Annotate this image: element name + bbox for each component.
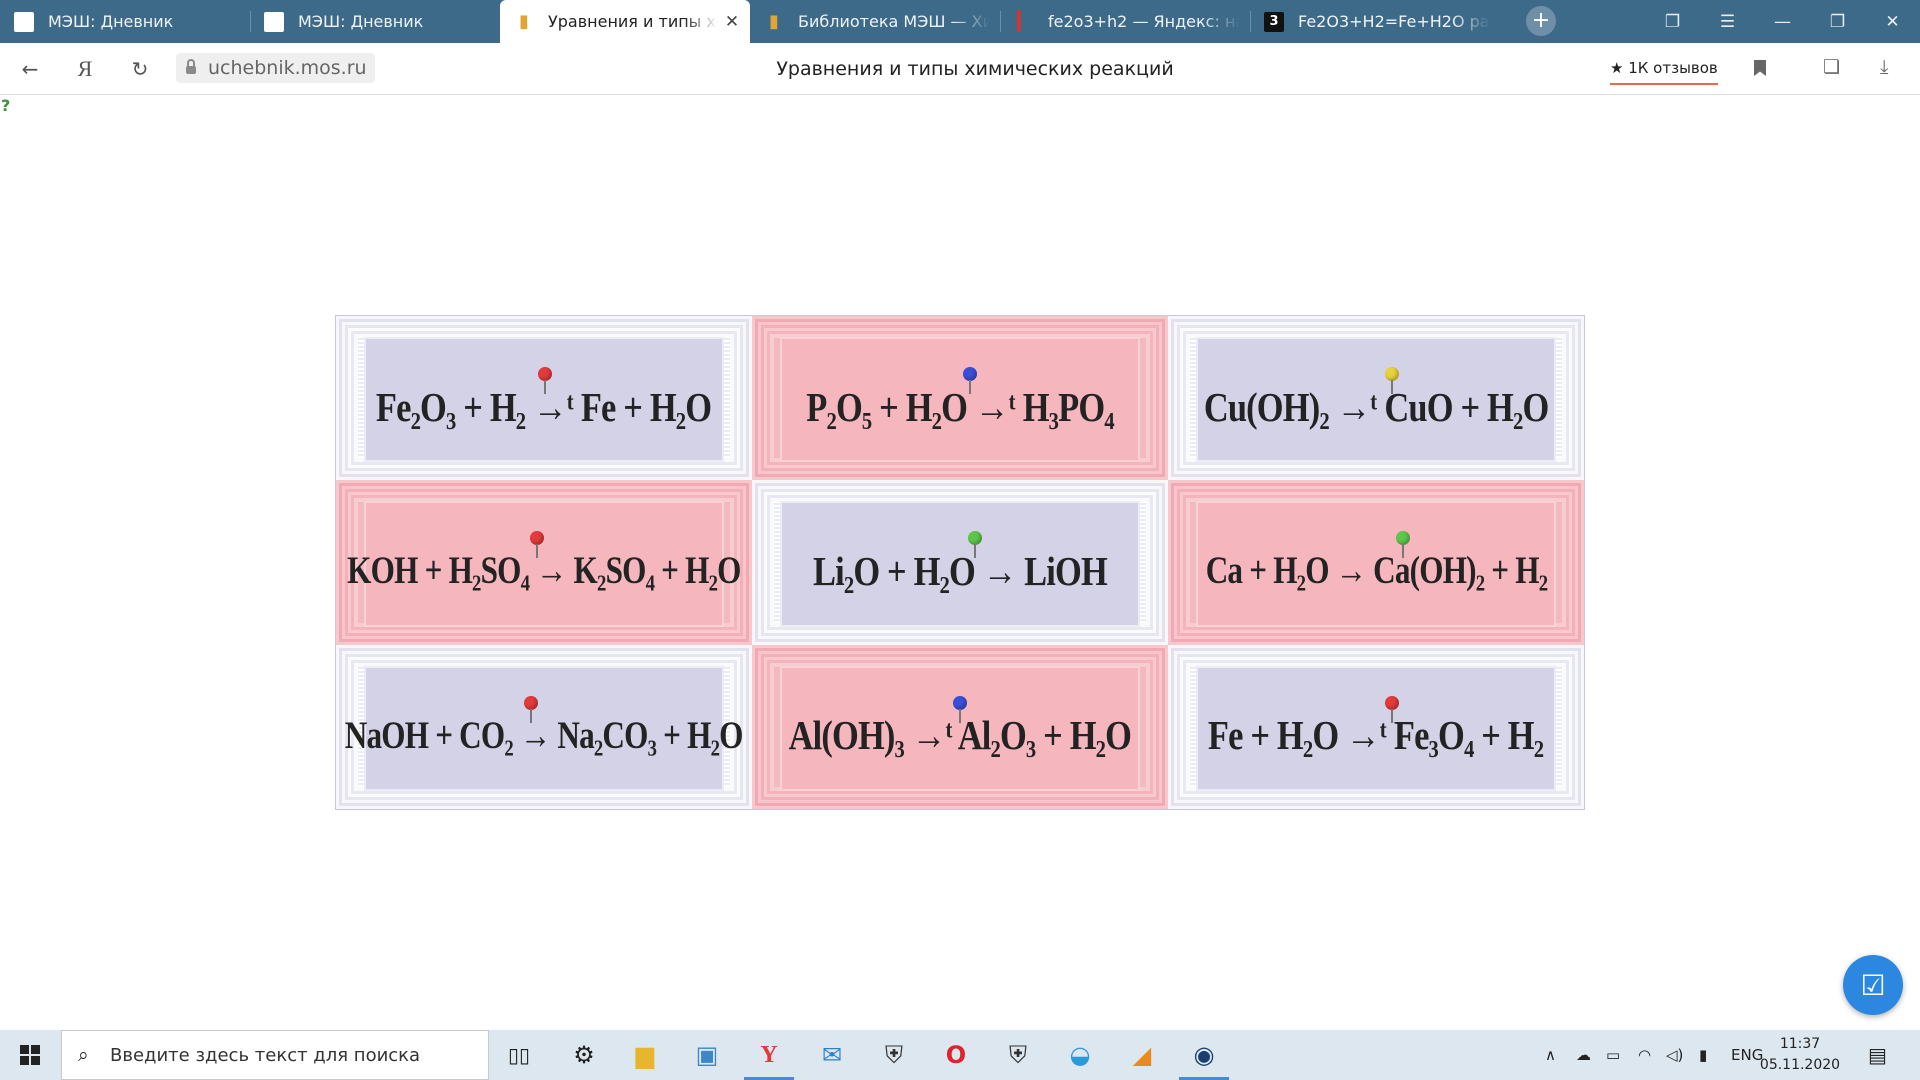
equation-text: NaOH + CO₂ → Na₂CO₃ + H₂O: [345, 713, 744, 757]
equation-card: KOH + H₂SO₄ → K₂SO₄ + H₂O: [347, 503, 742, 625]
tab-mesh-diary-1[interactable]: МЭШ: Дневник: [0, 0, 250, 43]
equation-card: Al(OH)₃ →ᵗ Al₂O₃ + H₂O: [782, 667, 1138, 789]
equation-card: NaOH + CO₂ → Na₂CO₃ + H₂O: [345, 667, 744, 789]
control-panel-icon[interactable]: ▣: [678, 1030, 736, 1080]
restore-icon[interactable]: ❐: [1810, 0, 1865, 43]
wifi-icon[interactable]: ◠: [1638, 1030, 1651, 1080]
taskbar-search[interactable]: ⌕ Введите здесь текст для поиска: [61, 1030, 489, 1080]
task-view-icon[interactable]: ▯▯: [490, 1030, 548, 1080]
clock-time: 11:37: [1779, 1036, 1821, 1052]
equation-card: Cu(OH)₂ →ᵗ CuO + H₂O: [1198, 339, 1554, 461]
tab-label: Библиотека МЭШ — Хим: [798, 12, 990, 31]
equation-text: Fe₂O₃ + H₂ →ᵗ Fe + H₂O: [376, 383, 712, 430]
tab-label: Fe2O3+H2=Fe+H2O разб: [1298, 12, 1490, 31]
tab-strip: МЭШ: Дневник МЭШ: Дневник ▮ Уравнения и …: [0, 0, 1920, 43]
yandex-icon: ▎: [1017, 10, 1031, 32]
equation-cell: Li₂O + H₂O → LiOH: [752, 480, 1168, 645]
steam-icon[interactable]: ◉: [1175, 1030, 1233, 1080]
tab-label: Уравнения и типы хими: [548, 12, 718, 31]
download-icon[interactable]: ⤓: [1880, 56, 1888, 78]
windows-taskbar: ⌕ Введите здесь текст для поиска ▯▯ ⚙ ▆ …: [0, 1030, 1920, 1080]
tab-label: МЭШ: Дневник: [298, 12, 424, 31]
tab-mesh-library[interactable]: ▮ Библиотека МЭШ — Хим: [750, 0, 1000, 43]
onedrive-icon[interactable]: ☁: [1576, 1030, 1591, 1080]
close-tab-icon[interactable]: ✕: [724, 12, 740, 32]
equation-cell: Al(OH)₃ →ᵗ Al₂O₃ + H₂O: [752, 644, 1168, 809]
broken-image-icon: ?: [1, 96, 11, 115]
equation-text: Fe + H₂O →ᵗ Fe₃O₄ + H₂: [1208, 712, 1544, 759]
search-placeholder: Введите здесь текст для поиска: [110, 1044, 421, 1066]
mail-icon[interactable]: ✉: [803, 1030, 861, 1080]
equation-cell: Ca + H₂O → Ca(OH)₂ + H₂: [1168, 480, 1584, 645]
equation-text: Ca + H₂O → Ca(OH)₂ + H₂: [1205, 549, 1547, 593]
equation-text: Cu(OH)₂ →ᵗ CuO + H₂O: [1203, 383, 1549, 430]
equation-card: Li₂O + H₂O → LiOH: [782, 503, 1138, 625]
equation-cell: Cu(OH)₂ →ᵗ CuO + H₂O: [1168, 316, 1584, 481]
tab-chemical-equations[interactable]: ▮ Уравнения и типы хими ✕: [500, 0, 750, 43]
tab-znanija[interactable]: 3 Fe2O3+H2=Fe+H2O разб: [1250, 0, 1500, 43]
equation-card: Fe + H₂O →ᵗ Fe₃O₄ + H₂: [1198, 667, 1554, 789]
clock-date: 05.11.2020: [1759, 1057, 1841, 1073]
znanija-icon: 3: [1264, 11, 1284, 32]
equation-card: P₂O₅ + H₂O →ᵗ H₃PO₄: [782, 339, 1138, 461]
tab-mesh-diary-2[interactable]: МЭШ: Дневник: [250, 0, 500, 43]
equation-text: Li₂O + H₂O → LiOH: [813, 547, 1108, 594]
minimize-icon[interactable]: —: [1755, 0, 1810, 43]
tabs-collection-icon[interactable]: ❐: [1645, 0, 1700, 43]
battery-icon[interactable]: ▭: [1606, 1030, 1620, 1080]
equation-cell: P₂O₅ + H₂O →ᵗ H₃PO₄: [752, 316, 1168, 481]
equation-cell: KOH + H₂SO₄ → K₂SO₄ + H₂O: [336, 480, 752, 645]
menu-icon[interactable]: ☰: [1700, 0, 1755, 43]
tab-label: fe2o3+h2 — Яндекс: нашл: [1048, 12, 1240, 31]
search-icon: ⌕: [78, 1044, 89, 1066]
checkmark-icon: ☑: [1860, 968, 1886, 1002]
book-icon: ▮: [519, 10, 529, 32]
page-icon: [264, 11, 284, 32]
notifications-icon[interactable]: ▤: [1868, 1030, 1887, 1080]
world-of-tanks-icon[interactable]: ⛨: [865, 1030, 923, 1080]
new-tab-button[interactable]: +: [1526, 6, 1556, 36]
task-check-button[interactable]: ☑: [1843, 955, 1903, 1015]
yandex-browser-icon[interactable]: Y: [740, 1030, 798, 1080]
start-button[interactable]: [0, 1030, 60, 1080]
page-icon: [14, 11, 34, 32]
book-icon: ▮: [769, 10, 779, 32]
close-window-icon[interactable]: ✕: [1865, 0, 1920, 43]
window-controls: ❐ ☰ — ❐ ✕: [1645, 0, 1920, 43]
opera-icon[interactable]: O: [927, 1030, 985, 1080]
tab-yandex-search[interactable]: ▎ fe2o3+h2 — Яндекс: нашл: [1000, 0, 1250, 43]
address-bar: ← Я ↻ uchebnik.mos.ru Уравнения и типы х…: [0, 43, 1920, 95]
wargaming-icon[interactable]: ⛨: [989, 1030, 1047, 1080]
edge-icon[interactable]: ◒: [1051, 1030, 1109, 1080]
tab-label: МЭШ: Дневник: [48, 12, 174, 31]
microphone-icon[interactable]: ▮: [1699, 1030, 1707, 1080]
taskbar-clock[interactable]: 11:37 05.11.2020: [1755, 1034, 1845, 1076]
equations-grid: Fe₂O₃ + H₂ →ᵗ Fe + H₂O P₂O₅ + H₂O →ᵗ H₃P…: [335, 315, 1585, 810]
equation-text: P₂O₅ + H₂O →ᵗ H₃PO₄: [806, 383, 1114, 430]
reader-mode-icon[interactable]: ❏: [1823, 56, 1840, 78]
game-app-icon[interactable]: ⚙: [555, 1030, 613, 1080]
equation-card: Ca + H₂O → Ca(OH)₂ + H₂: [1198, 503, 1554, 625]
equation-text: Al(OH)₃ →ᵗ Al₂O₃ + H₂O: [788, 712, 1132, 759]
game-launcher-icon[interactable]: ◢: [1113, 1030, 1171, 1080]
show-hidden-icons-icon[interactable]: ∧: [1545, 1030, 1556, 1080]
volume-icon[interactable]: ◁): [1666, 1030, 1683, 1080]
equation-card: Fe₂O₃ + H₂ →ᵗ Fe + H₂O: [366, 339, 722, 461]
file-explorer-icon[interactable]: ▆: [616, 1030, 674, 1080]
reviews-button[interactable]: ★ 1К отзывов: [1610, 53, 1718, 85]
equation-cell: NaOH + CO₂ → Na₂CO₃ + H₂O: [336, 644, 752, 809]
equation-cell: Fe + H₂O →ᵗ Fe₃O₄ + H₂: [1168, 644, 1584, 809]
equation-cell: Fe₂O₃ + H₂ →ᵗ Fe + H₂O: [336, 316, 752, 481]
windows-logo-icon: [20, 1045, 40, 1065]
equation-text: KOH + H₂SO₄ → K₂SO₄ + H₂O: [347, 549, 741, 593]
